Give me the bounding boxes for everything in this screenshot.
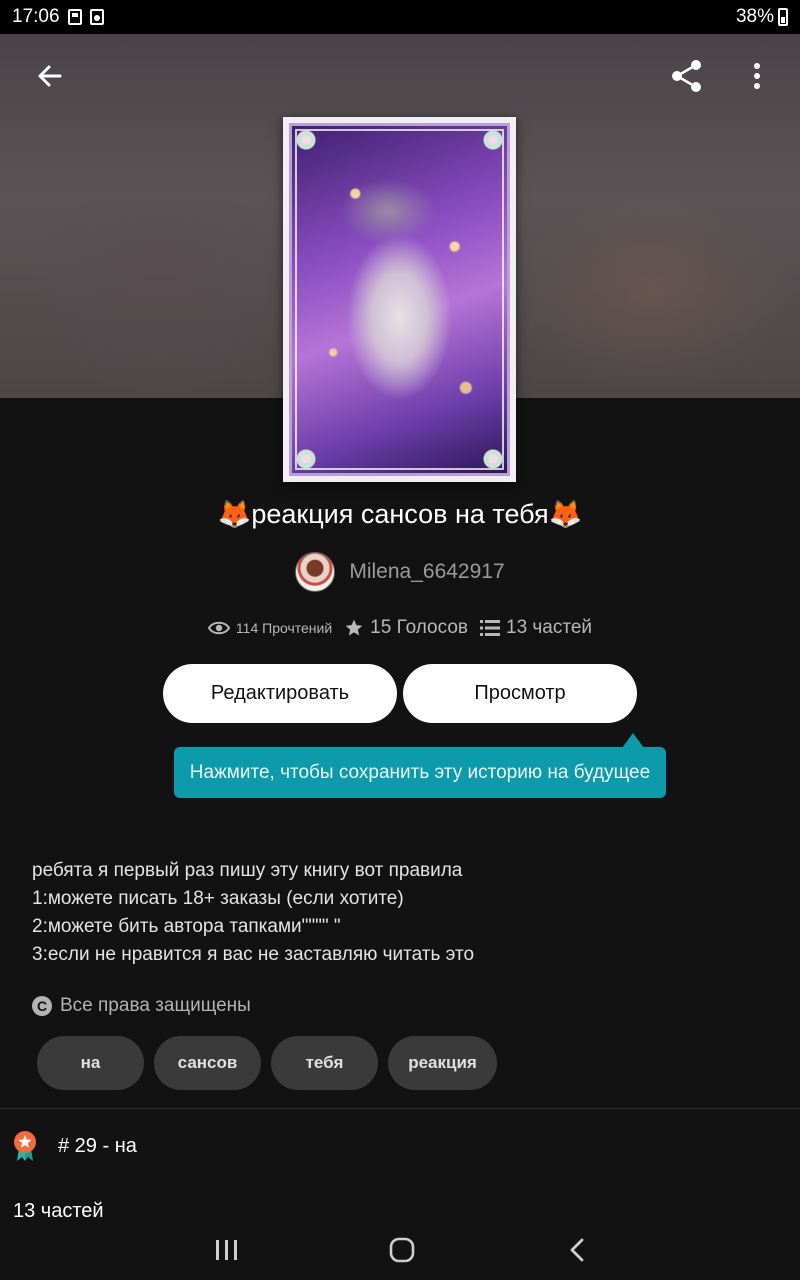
tooltip-text: Нажмите, чтобы сохранить эту историю на …: [189, 761, 651, 783]
copyright-icon: C: [32, 996, 52, 1016]
description-line: 1:можете писать 18+ заказы (если хотите): [32, 888, 404, 909]
votes-stat: 15 Голосов: [344, 617, 468, 639]
cover-frame: [295, 129, 504, 470]
tag-list: на сансов тебя реакция: [37, 1036, 497, 1090]
tag-chip[interactable]: на: [37, 1036, 144, 1090]
cover-flower-decoration: [480, 127, 506, 153]
ranking-badge-icon: [14, 1131, 36, 1161]
home-icon: [389, 1237, 415, 1263]
sd-card-icon: [67, 9, 82, 25]
parts-count: 13 частей: [506, 617, 593, 638]
back-button[interactable]: [26, 52, 74, 100]
action-buttons: Редактировать Просмотр: [163, 664, 637, 723]
star-icon: [345, 619, 363, 636]
copyright-row: C Все права защищены: [32, 995, 251, 1017]
reads-count: 114 Прочтений: [235, 620, 333, 636]
parts-stat: 13 частей: [480, 617, 592, 639]
preview-button[interactable]: Просмотр: [403, 664, 637, 723]
system-navigation-bar: [0, 1218, 800, 1280]
share-button[interactable]: [663, 52, 711, 100]
ranking-row[interactable]: # 29 - на: [12, 1130, 137, 1162]
nav-back-button[interactable]: [553, 1232, 601, 1268]
battery-percent: 38%: [735, 6, 774, 27]
parts-heading: 13 частей: [13, 1200, 104, 1218]
tag-chip[interactable]: тебя: [271, 1036, 378, 1090]
nav-back-icon: [570, 1238, 584, 1262]
section-divider: [0, 1108, 800, 1109]
description-line: ребята я первый раз пишу эту книгу вот п…: [32, 860, 463, 881]
recent-apps-icon: [216, 1240, 237, 1260]
story-cover-image[interactable]: [283, 117, 516, 482]
more-options-button[interactable]: [733, 52, 781, 100]
recent-apps-button[interactable]: [203, 1232, 251, 1268]
list-icon: [480, 620, 500, 636]
share-icon: [672, 60, 701, 92]
author-avatar[interactable]: [295, 552, 336, 592]
votes-count: 15 Голосов: [370, 617, 468, 638]
author-row[interactable]: Milena_6642917: [0, 552, 800, 592]
edit-button[interactable]: Редактировать: [163, 664, 397, 723]
story-stats: 114 Прочтений 15 Голосов 13 частей: [0, 617, 800, 639]
story-description: ребята я первый раз пишу эту книгу вот п…: [32, 857, 772, 969]
home-button[interactable]: [378, 1232, 426, 1268]
story-details-screen: 17:06 38% 🦊реакция сансов на тебя🦊 Milen…: [0, 0, 800, 1280]
author-name[interactable]: Milena_6642917: [349, 560, 504, 584]
story-title: 🦊реакция сансов на тебя🦊: [217, 499, 583, 529]
description-line: 2:можете бить автора тапками"""" ": [32, 916, 341, 937]
reads-stat: 114 Прочтений: [207, 620, 333, 636]
description-line: 3:если не нравится я вас не заставляю чи…: [32, 944, 475, 965]
tag-chip[interactable]: сансов: [154, 1036, 261, 1090]
battery-icon: [778, 8, 788, 26]
arrow-left-icon: [38, 65, 62, 87]
camera-notification-icon: [89, 9, 104, 25]
cover-flower-decoration: [293, 127, 319, 153]
tag-chip[interactable]: реакция: [388, 1036, 497, 1090]
status-time: 17:06: [12, 6, 60, 27]
more-vertical-icon: [754, 63, 760, 89]
eye-icon: [207, 621, 230, 635]
status-bar: 17:06 38%: [0, 0, 800, 34]
cover-flower-decoration: [293, 446, 319, 472]
ranking-text: # 29 - на: [58, 1134, 137, 1157]
copyright-text: Все права защищены: [60, 995, 251, 1016]
save-story-tooltip[interactable]: Нажмите, чтобы сохранить эту историю на …: [174, 733, 666, 798]
cover-flower-decoration: [480, 446, 506, 472]
